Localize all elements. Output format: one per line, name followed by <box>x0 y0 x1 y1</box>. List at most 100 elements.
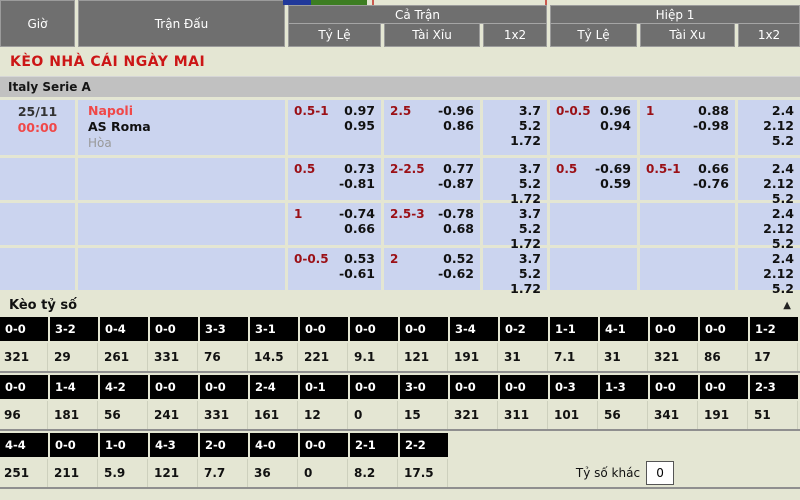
header-sub-columns: Tỷ LệTài Xỉu1x2Tỷ LệTài Xu1x2 <box>288 24 800 47</box>
1x2-odds-value[interactable]: 1.72 <box>489 133 541 148</box>
score-odds[interactable]: 9.1 <box>350 343 398 371</box>
score-odds[interactable]: 191 <box>700 401 748 429</box>
score-odds[interactable]: 17 <box>750 343 798 371</box>
1x2-odds-value[interactable]: 3.7 <box>489 103 541 118</box>
score-odds[interactable]: 31 <box>500 343 548 371</box>
score-odds[interactable]: 31 <box>600 343 648 371</box>
ft-handicap-cell: 0-0.50.53-0.61 <box>288 248 381 290</box>
score-label-row: 0-01-44-20-00-02-40-10-03-00-00-00-31-30… <box>0 375 800 399</box>
header-match-col: Trận Đấu <box>78 0 285 47</box>
score-odds[interactable]: 0 <box>300 459 348 487</box>
score-odds[interactable]: 331 <box>200 401 248 429</box>
1x2-odds-value[interactable]: 2.4 <box>744 161 794 176</box>
score-odds[interactable]: 56 <box>600 401 648 429</box>
score-odds[interactable]: 121 <box>150 459 198 487</box>
1x2-odds-value[interactable]: 5.2 <box>489 118 541 133</box>
away-team[interactable]: AS Roma <box>88 119 285 135</box>
odds-value[interactable]: -0.76 <box>646 176 729 191</box>
score-label: 0-0 <box>150 317 198 341</box>
score-odds[interactable]: 341 <box>650 401 698 429</box>
match-date: 25/11 <box>0 104 75 120</box>
odds-value[interactable]: 0.52 <box>390 251 474 266</box>
score-odds[interactable]: 321 <box>650 343 698 371</box>
ft-1x2-cell: 3.75.21.72 <box>483 248 547 290</box>
score-odds[interactable]: 181 <box>50 401 98 429</box>
1x2-odds-value[interactable]: 2.4 <box>744 251 794 266</box>
1x2-odds-value[interactable]: 3.7 <box>489 161 541 176</box>
score-odds[interactable]: 51 <box>750 401 798 429</box>
score-label: 0-3 <box>550 375 598 399</box>
odds-table: 25/1100:00NapoliAS RomaHòa0.5-10.970.952… <box>0 100 800 290</box>
1x2-odds-value[interactable]: 2.12 <box>744 118 794 133</box>
1x2-odds-value[interactable]: 2.4 <box>744 103 794 118</box>
1x2-odds-value[interactable]: 5.2 <box>489 221 541 236</box>
handicap-line: 2 <box>390 252 398 266</box>
odds-value[interactable]: 0.66 <box>294 221 375 236</box>
score-odds[interactable]: 56 <box>100 401 148 429</box>
1x2-odds-value[interactable]: 2.12 <box>744 176 794 191</box>
score-odds[interactable]: 8.2 <box>350 459 398 487</box>
odds-value[interactable]: -0.81 <box>294 176 375 191</box>
score-odds[interactable]: 14.5 <box>250 343 298 371</box>
1x2-odds-value[interactable]: 5.2 <box>744 133 794 148</box>
ft-1x2-cell: 3.75.21.72 <box>483 203 547 245</box>
odds-value[interactable]: 0.68 <box>390 221 474 236</box>
score-odds[interactable]: 0 <box>350 401 398 429</box>
score-odds[interactable]: 211 <box>50 459 98 487</box>
score-odds[interactable]: 29 <box>50 343 98 371</box>
score-odds[interactable]: 76 <box>200 343 248 371</box>
odds-value[interactable]: 0.88 <box>646 103 729 118</box>
score-odds[interactable]: 96 <box>0 401 48 429</box>
score-odds[interactable]: 101 <box>550 401 598 429</box>
match-teams-cell <box>78 248 285 290</box>
score-odds[interactable]: 161 <box>250 401 298 429</box>
1x2-odds-value[interactable]: 3.7 <box>489 206 541 221</box>
collapse-arrow-icon[interactable]: ▲ <box>783 300 791 311</box>
odds-value[interactable]: 0.86 <box>390 118 474 133</box>
odds-value[interactable]: -0.62 <box>390 266 474 281</box>
score-odds[interactable]: 221 <box>300 343 348 371</box>
odds-value[interactable]: 0.95 <box>294 118 375 133</box>
1x2-odds-value[interactable]: 3.7 <box>489 251 541 266</box>
score-label: 0-0 <box>300 433 348 457</box>
score-odds[interactable]: 311 <box>500 401 548 429</box>
score-odds[interactable]: 12 <box>300 401 348 429</box>
handicap-line: 2.5 <box>390 104 411 118</box>
1x2-odds-value[interactable]: 5.2 <box>489 266 541 281</box>
home-team[interactable]: Napoli <box>88 103 285 119</box>
score-odds[interactable]: 121 <box>400 343 448 371</box>
score-odds[interactable]: 17.5 <box>400 459 448 487</box>
score-odds[interactable]: 36 <box>250 459 298 487</box>
handicap-line: 0.5-1 <box>646 162 681 176</box>
1x2-odds-value[interactable]: 5.2 <box>744 281 794 296</box>
score-odds[interactable]: 86 <box>700 343 748 371</box>
score-odds[interactable]: 5.9 <box>100 459 148 487</box>
1x2-odds-value[interactable]: 2.12 <box>744 266 794 281</box>
odds-value[interactable]: 0.94 <box>556 118 631 133</box>
odds-value[interactable]: -0.61 <box>294 266 375 281</box>
score-odds[interactable]: 7.1 <box>550 343 598 371</box>
score-label: 0-0 <box>650 375 698 399</box>
odds-value[interactable]: 0.59 <box>556 176 631 191</box>
score-odds[interactable]: 241 <box>150 401 198 429</box>
odds-value[interactable]: -0.98 <box>646 118 729 133</box>
1x2-odds-value[interactable]: 2.12 <box>744 221 794 236</box>
handicap-line: 2.5-3 <box>390 207 425 221</box>
other-score-input[interactable] <box>646 461 674 485</box>
score-odds[interactable]: 15 <box>400 401 448 429</box>
score-odds[interactable]: 261 <box>100 343 148 371</box>
1x2-odds-value[interactable]: 5.2 <box>489 176 541 191</box>
score-label: 0-0 <box>700 375 748 399</box>
score-odds[interactable]: 331 <box>150 343 198 371</box>
1x2-odds-value[interactable]: 1.72 <box>489 281 541 296</box>
score-label: 0-0 <box>200 375 248 399</box>
h1-handicap-cell <box>550 203 637 245</box>
1x2-odds-value[interactable]: 2.4 <box>744 206 794 221</box>
score-odds[interactable]: 191 <box>450 343 498 371</box>
score-odds[interactable]: 321 <box>0 343 48 371</box>
score-odds[interactable]: 321 <box>450 401 498 429</box>
odds-value[interactable]: -0.87 <box>390 176 474 191</box>
score-odds[interactable]: 251 <box>0 459 48 487</box>
odds-value[interactable]: -0.74 <box>294 206 375 221</box>
score-odds[interactable]: 7.7 <box>200 459 248 487</box>
